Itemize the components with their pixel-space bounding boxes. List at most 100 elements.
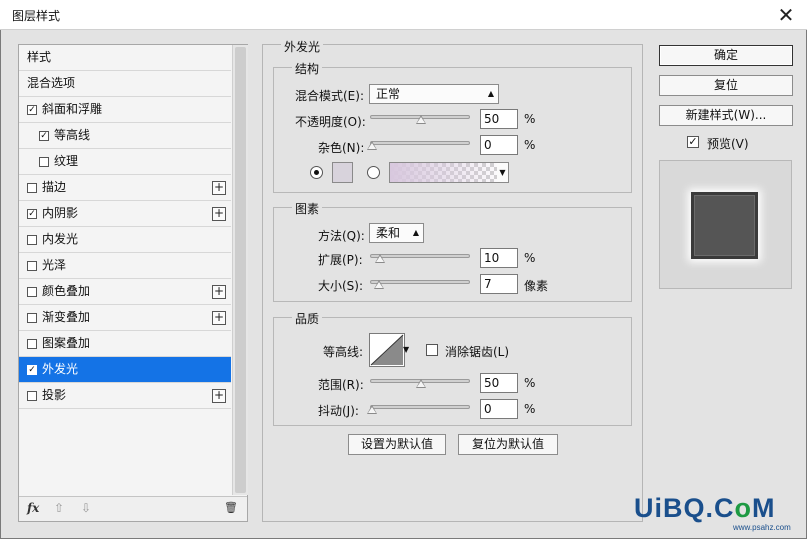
technique-value: 柔和 xyxy=(376,226,401,240)
style-item-label: 图案叠加 xyxy=(42,336,91,350)
reset-button[interactable]: 复位 xyxy=(659,75,793,96)
styles-list: 样式 混合选项 ✓ 斜面和浮雕 ✓ 等高线 纹理 描边 + ✓ 内阴影 + 内发光 光泽 颜色叠加 + 渐变叠加… xyxy=(19,45,231,409)
move-up-icon[interactable]: ⇧ xyxy=(54,501,64,515)
reset-default-button[interactable]: 复位为默认值 xyxy=(458,434,558,455)
style-item[interactable]: 颜色叠加 + xyxy=(19,279,231,305)
style-item-label: 描边 xyxy=(42,180,67,194)
style-item-checkbox[interactable] xyxy=(27,235,37,245)
noise-input[interactable]: 0 xyxy=(480,135,518,155)
technique-select[interactable]: 柔和 ▲ xyxy=(369,223,424,243)
add-icon[interactable]: + xyxy=(212,181,226,195)
style-item[interactable]: ✓ 斜面和浮雕 xyxy=(19,97,231,123)
style-item-checkbox[interactable] xyxy=(27,313,37,323)
spread-label: 扩展(P): xyxy=(318,253,363,267)
structure-title: 结构 xyxy=(292,60,323,77)
style-item-label: 斜面和浮雕 xyxy=(42,102,103,116)
make-default-button[interactable]: 设置为默认值 xyxy=(348,434,446,455)
style-item[interactable]: 图案叠加 xyxy=(19,331,231,357)
style-item[interactable]: 渐变叠加 + xyxy=(19,305,231,331)
elements-title: 图素 xyxy=(292,200,323,217)
add-icon[interactable]: + xyxy=(212,389,226,403)
styles-list-toolbar: fx ⇧ ⇩ 🗑 xyxy=(19,496,247,521)
style-item-checkbox[interactable] xyxy=(27,183,37,193)
jitter-slider-handle[interactable] xyxy=(367,405,377,414)
move-down-icon[interactable]: ⇩ xyxy=(81,501,91,515)
chevron-down-icon[interactable]: ▼ xyxy=(403,345,409,354)
styles-list-scrollbar[interactable] xyxy=(232,45,248,495)
blend-mode-select[interactable]: 正常 ▲ xyxy=(369,84,499,104)
preview-label: 预览(V) xyxy=(707,137,749,151)
range-slider-handle[interactable] xyxy=(416,379,426,388)
style-item-label: 外发光 xyxy=(42,362,79,376)
add-icon[interactable]: + xyxy=(212,285,226,299)
antialias-label: 消除锯齿(L) xyxy=(445,345,510,359)
style-item-label: 内阴影 xyxy=(42,206,79,220)
size-slider[interactable] xyxy=(370,280,470,284)
add-icon[interactable]: + xyxy=(212,207,226,221)
fx-icon[interactable]: fx xyxy=(27,501,39,515)
gradient-mode-radio[interactable] xyxy=(367,166,380,179)
spread-slider-handle[interactable] xyxy=(375,254,385,263)
style-item[interactable]: ✓ 内阴影 + xyxy=(19,201,231,227)
style-item-checkbox[interactable]: ✓ xyxy=(39,131,49,141)
spread-slider[interactable] xyxy=(370,254,470,258)
jitter-slider[interactable] xyxy=(370,405,470,409)
jitter-unit: % xyxy=(524,402,536,416)
style-item[interactable]: 投影 + xyxy=(19,383,231,409)
ok-button[interactable]: 确定 xyxy=(659,45,793,66)
size-input[interactable]: 7 xyxy=(480,274,518,294)
dialog-titlebar: 图层样式 ✕ xyxy=(0,0,807,30)
size-unit: 像素 xyxy=(524,279,549,293)
style-item[interactable]: 样式 xyxy=(19,45,231,71)
opacity-input[interactable]: 50 xyxy=(480,109,518,129)
contour-picker[interactable] xyxy=(369,333,405,367)
add-icon[interactable]: + xyxy=(212,311,226,325)
size-slider-handle[interactable] xyxy=(374,280,384,289)
scrollbar-thumb[interactable] xyxy=(235,47,246,493)
style-item-label: 渐变叠加 xyxy=(42,310,91,324)
glow-gradient-picker[interactable] xyxy=(389,162,509,183)
noise-slider[interactable] xyxy=(370,141,470,145)
style-item[interactable]: ✓ 外发光 xyxy=(19,357,231,383)
glow-color-swatch[interactable] xyxy=(332,162,353,183)
color-mode-radio[interactable] xyxy=(310,166,323,179)
style-item-checkbox[interactable] xyxy=(27,287,37,297)
close-icon[interactable]: ✕ xyxy=(773,2,799,28)
style-item[interactable]: 描边 + xyxy=(19,175,231,201)
jitter-input[interactable]: 0 xyxy=(480,399,518,419)
opacity-slider-handle[interactable] xyxy=(416,115,426,124)
style-item[interactable]: 内发光 xyxy=(19,227,231,253)
style-item-label: 投影 xyxy=(42,388,67,402)
style-item-checkbox[interactable] xyxy=(27,339,37,349)
style-item[interactable]: 纹理 xyxy=(19,149,231,175)
style-item-checkbox[interactable] xyxy=(39,157,49,167)
style-item[interactable]: 混合选项 xyxy=(19,71,231,97)
range-input[interactable]: 50 xyxy=(480,373,518,393)
range-label: 范围(R): xyxy=(318,378,364,392)
style-item-label: 颜色叠加 xyxy=(42,284,91,298)
style-item-checkbox[interactable] xyxy=(27,261,37,271)
noise-slider-handle[interactable] xyxy=(367,141,377,150)
style-item-label: 等高线 xyxy=(54,128,91,142)
antialias-checkbox[interactable] xyxy=(426,344,438,356)
watermark-url: www.psahz.com xyxy=(733,523,791,532)
style-item-checkbox[interactable]: ✓ xyxy=(27,209,37,219)
new-style-button[interactable]: 新建样式(W)... xyxy=(659,105,793,126)
spread-unit: % xyxy=(524,251,536,265)
style-item[interactable]: ✓ 等高线 xyxy=(19,123,231,149)
updown-arrow-icon: ▲ xyxy=(487,89,494,98)
contour-curve-icon xyxy=(370,334,404,366)
trash-icon[interactable]: 🗑 xyxy=(224,501,238,514)
blend-mode-value: 正常 xyxy=(376,87,401,101)
style-item-checkbox[interactable]: ✓ xyxy=(27,105,37,115)
dialog-title: 图层样式 xyxy=(12,9,61,23)
spread-input[interactable]: 10 xyxy=(480,248,518,268)
style-item-checkbox[interactable]: ✓ xyxy=(27,365,37,375)
jitter-label: 抖动(J): xyxy=(318,404,359,418)
style-item[interactable]: 光泽 xyxy=(19,253,231,279)
style-item-checkbox[interactable] xyxy=(27,391,37,401)
chevron-down-icon[interactable]: ▼ xyxy=(497,162,509,183)
preview-checkbox[interactable]: ✓ xyxy=(687,136,699,148)
watermark-text-a: UiBQ.C xyxy=(634,493,735,523)
watermark-text-o: o xyxy=(734,493,752,523)
